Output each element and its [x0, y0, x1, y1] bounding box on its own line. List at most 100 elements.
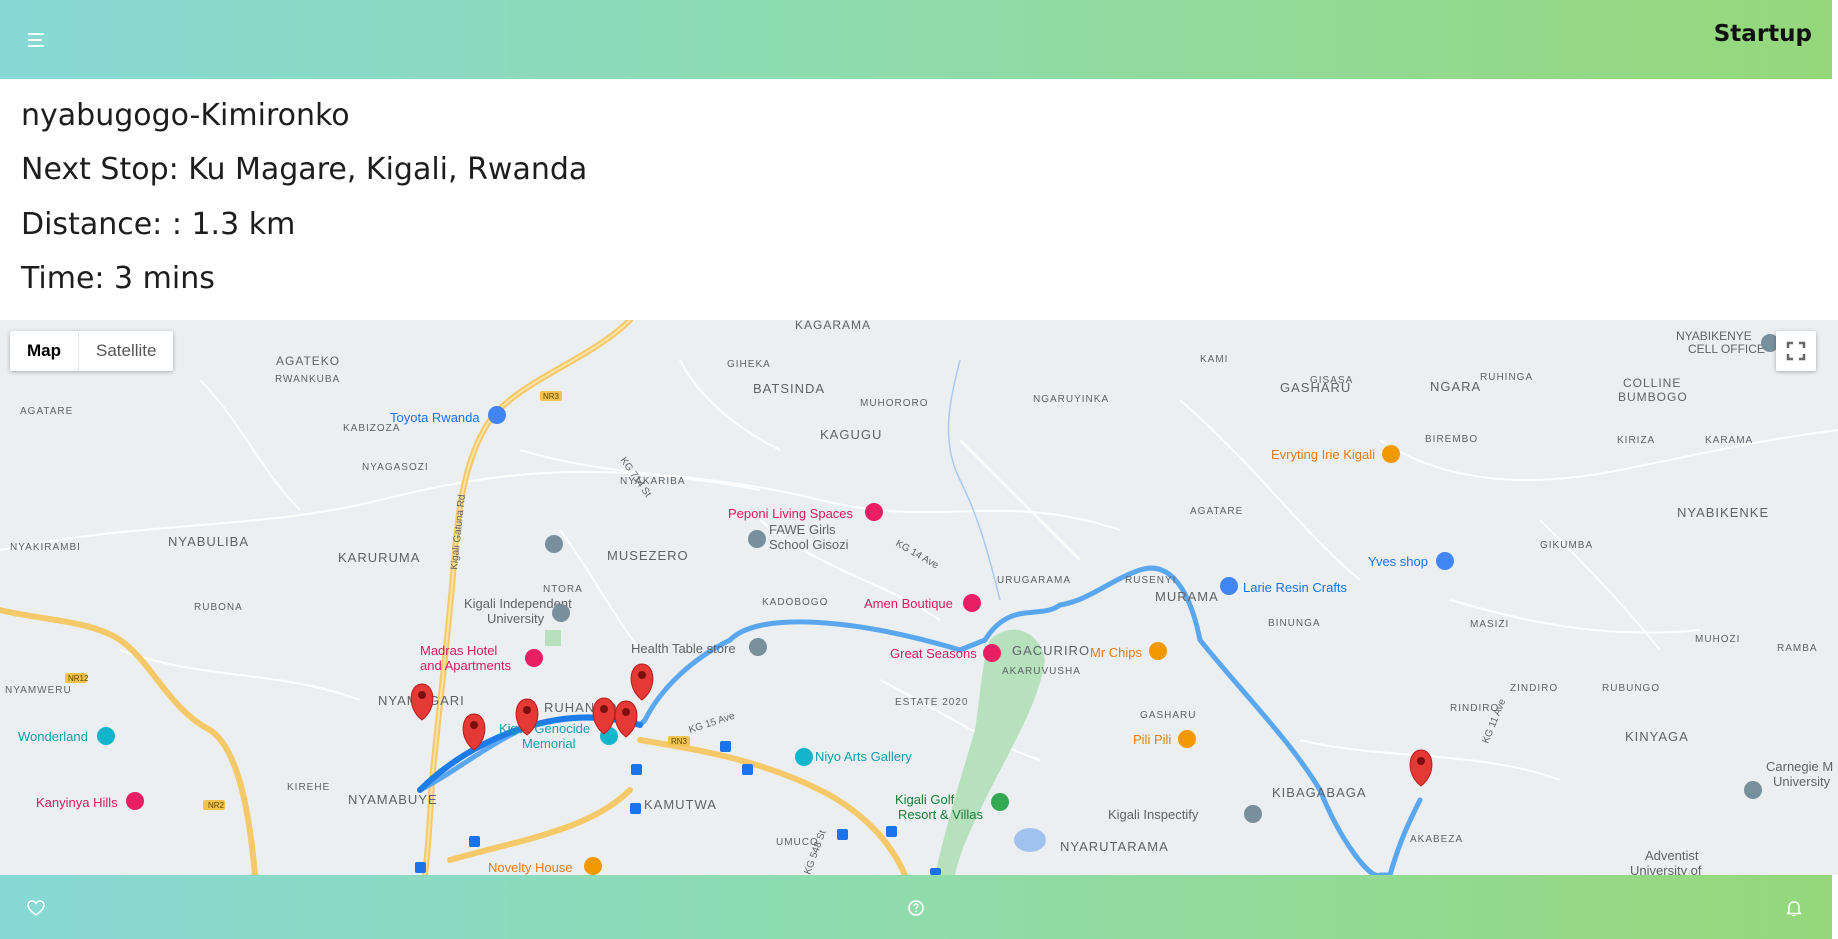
svg-text:Memorial: Memorial: [522, 736, 576, 751]
store-poi-icon: [749, 638, 767, 656]
svg-text:RWANKUBA: RWANKUBA: [275, 374, 340, 385]
svg-text:Kigali Gatuna Rd: Kigali Gatuna Rd: [449, 494, 468, 570]
svg-text:BIREMBO: BIREMBO: [1425, 434, 1478, 445]
svg-text:School Gisozi: School Gisozi: [769, 537, 849, 552]
svg-text:ZINDIRO: ZINDIRO: [1510, 683, 1558, 694]
svg-text:RUBUNGO: RUBUNGO: [1602, 683, 1660, 694]
stop-marker: [630, 663, 654, 701]
road-shields: NR3 RN3 NR12 NR2: [65, 391, 690, 810]
distance: Distance: : 1.3 km: [21, 207, 296, 242]
svg-text:University: University: [1773, 774, 1831, 789]
help-icon[interactable]: [905, 897, 927, 919]
shopping-poi-icon: [963, 594, 981, 612]
shopping-poi-icon: [1436, 552, 1454, 570]
svg-text:Great Seasons: Great Seasons: [890, 646, 977, 661]
svg-text:KAGARAMA: KAGARAMA: [795, 320, 871, 332]
svg-text:Carnegie M: Carnegie M: [1766, 759, 1833, 774]
hamburger-menu-icon[interactable]: [26, 30, 48, 50]
fullscreen-icon[interactable]: [1776, 331, 1816, 371]
hotel-poi-icon: [983, 644, 1001, 662]
eta-time: Time: 3 mins: [21, 261, 215, 296]
svg-text:KAMI: KAMI: [1200, 354, 1228, 365]
points-of-interest[interactable]: Toyota Rwanda Peponi Living Spaces FAWE …: [18, 329, 1833, 875]
park-area: [545, 630, 561, 646]
bell-icon[interactable]: [1783, 897, 1805, 919]
svg-text:ESTATE 2020: ESTATE 2020: [895, 697, 968, 708]
svg-text:Toyota Rwanda: Toyota Rwanda: [390, 410, 480, 425]
svg-text:KG 15 Ave: KG 15 Ave: [688, 711, 737, 736]
svg-text:NYAMABUYE: NYAMABUYE: [348, 792, 438, 807]
next-stop: Next Stop: Ku Magare, Kigali, Rwanda: [21, 152, 588, 187]
app-brand: Startup: [1713, 21, 1812, 47]
svg-text:Wonderland: Wonderland: [18, 729, 88, 744]
bottom-nav-bar: [0, 875, 1832, 939]
svg-text:MUHOZI: MUHOZI: [1695, 634, 1740, 645]
svg-text:GIKUMBA: GIKUMBA: [1540, 540, 1593, 551]
svg-text:MUSEZERO: MUSEZERO: [607, 548, 689, 563]
svg-text:CELL OFFICE: CELL OFFICE: [1688, 342, 1765, 356]
svg-text:BUMBOGO: BUMBOGO: [1618, 390, 1688, 404]
hotel-poi-icon: [865, 503, 883, 521]
svg-text:KIREHE: KIREHE: [287, 782, 330, 793]
svg-text:NGARA: NGARA: [1430, 379, 1481, 394]
svg-text:Kigali Genocide: Kigali Genocide: [499, 721, 590, 736]
map-view[interactable]: KAGARAMA AGATEKO RWANKUBA GIHEKA BATSIND…: [0, 320, 1838, 875]
svg-text:University: University: [487, 611, 545, 626]
svg-text:MASIZI: MASIZI: [1470, 619, 1509, 630]
stop-marker: [410, 683, 434, 721]
svg-text:FAWE Girls: FAWE Girls: [769, 522, 836, 537]
svg-text:Amen Boutique: Amen Boutique: [864, 596, 953, 611]
school-poi-icon: [748, 530, 766, 548]
map-type-map-button[interactable]: Map: [10, 331, 79, 371]
svg-text:Madras Hotel: Madras Hotel: [420, 643, 497, 658]
svg-text:NR2: NR2: [208, 801, 225, 810]
svg-text:Pili Pili: Pili Pili: [1133, 732, 1171, 747]
svg-text:RUHINGA: RUHINGA: [1480, 372, 1533, 383]
svg-text:Resort & Villas: Resort & Villas: [898, 807, 984, 822]
svg-text:AGATARE: AGATARE: [20, 406, 73, 417]
svg-text:RN3: RN3: [671, 737, 688, 746]
svg-text:BATSINDA: BATSINDA: [753, 381, 825, 396]
area-labels: KAGARAMA AGATEKO RWANKUBA GIHEKA BATSIND…: [5, 320, 1817, 854]
svg-text:NYARUTARAMA: NYARUTARAMA: [1060, 839, 1169, 854]
stop-marker: [614, 700, 638, 738]
restaurant-poi-icon: [584, 857, 602, 875]
svg-text:NR12: NR12: [68, 674, 89, 683]
pond: [1014, 828, 1046, 852]
svg-text:KIRIZA: KIRIZA: [1617, 435, 1655, 446]
svg-text:KARURUMA: KARURUMA: [338, 550, 420, 565]
svg-text:NR3: NR3: [543, 392, 560, 401]
map-canvas[interactable]: KAGARAMA AGATEKO RWANKUBA GIHEKA BATSIND…: [0, 320, 1838, 875]
business-poi-icon: [1244, 805, 1262, 823]
svg-text:University of: University of: [1630, 863, 1702, 875]
svg-text:Health Table store: Health Table store: [631, 641, 736, 656]
svg-text:AKABEZA: AKABEZA: [1410, 834, 1463, 845]
map-type-satellite-button[interactable]: Satellite: [79, 331, 173, 371]
attraction-poi-icon: [97, 727, 115, 745]
svg-text:Peponi Living Spaces: Peponi Living Spaces: [728, 506, 854, 521]
school-poi-icon: [552, 604, 570, 622]
school-poi-icon: [545, 535, 563, 553]
heart-icon[interactable]: [25, 897, 47, 919]
svg-text:KADOBOGO: KADOBOGO: [762, 597, 828, 608]
svg-text:KAGUGU: KAGUGU: [820, 427, 882, 442]
river: [947, 359, 1001, 601]
restaurant-poi-icon: [1382, 445, 1400, 463]
shopping-poi-icon: [488, 406, 506, 424]
svg-text:URUGARAMA: URUGARAMA: [997, 575, 1071, 586]
gallery-poi-icon: [795, 748, 813, 766]
golf-poi-icon: [991, 793, 1009, 811]
svg-text:NTORA: NTORA: [543, 584, 583, 595]
hotel-poi-icon: [525, 649, 543, 667]
svg-text:NYABIKENKE: NYABIKENKE: [1677, 505, 1769, 520]
svg-text:AGATARE: AGATARE: [1190, 506, 1243, 517]
svg-text:NYABIKENYE: NYABIKENYE: [1676, 329, 1752, 343]
svg-text:Evryting Irie Kigali: Evryting Irie Kigali: [1271, 447, 1375, 462]
svg-text:Adventist: Adventist: [1645, 848, 1699, 863]
svg-text:GACURIRO: GACURIRO: [1012, 643, 1090, 658]
svg-text:Kigali Inspectify: Kigali Inspectify: [1108, 807, 1199, 822]
svg-text:KG 14 Ave: KG 14 Ave: [894, 538, 941, 572]
svg-text:MURAMA: MURAMA: [1155, 589, 1219, 604]
svg-text:MUHORORO: MUHORORO: [860, 398, 929, 409]
restaurant-poi-icon: [1178, 730, 1196, 748]
